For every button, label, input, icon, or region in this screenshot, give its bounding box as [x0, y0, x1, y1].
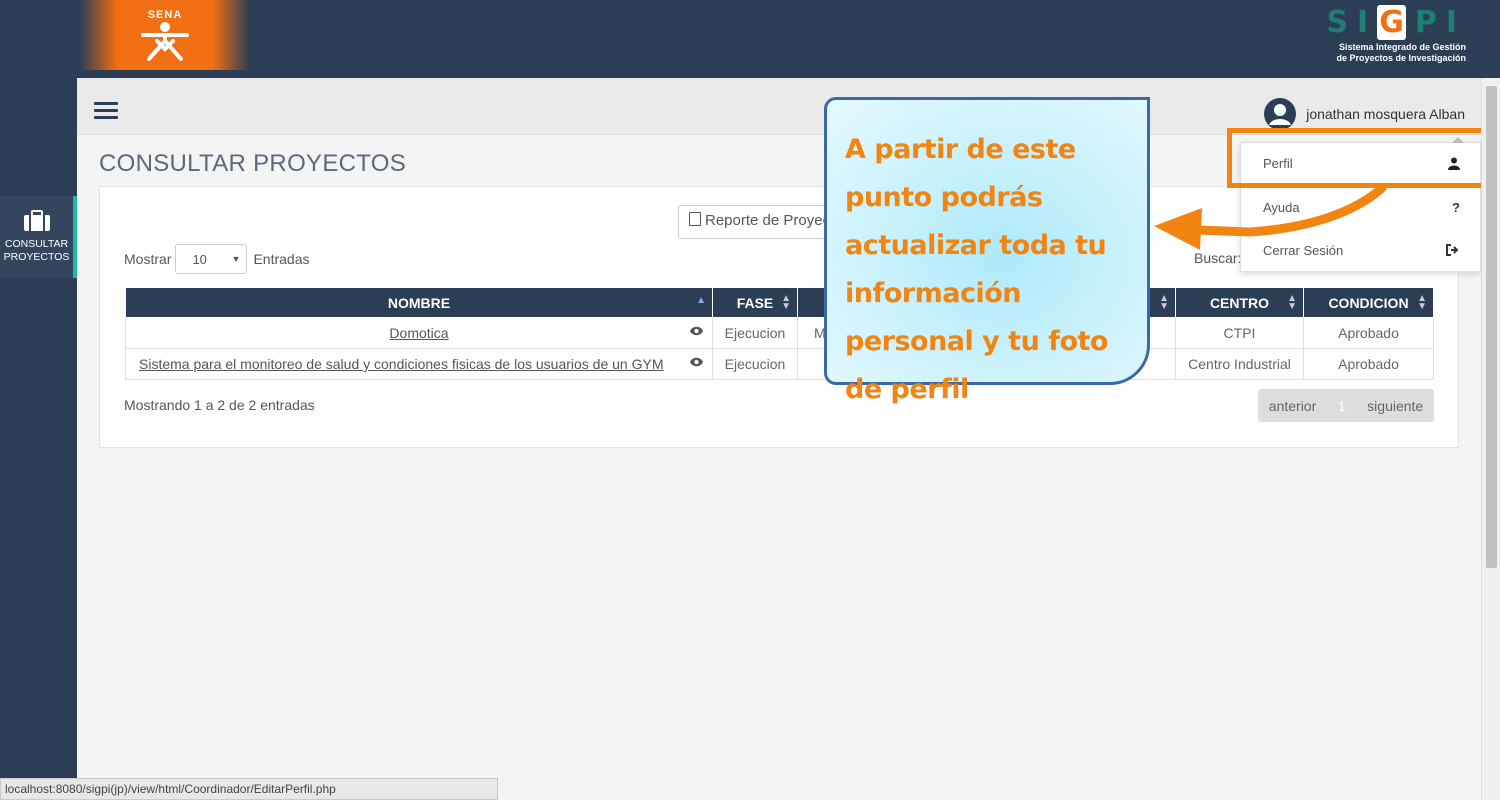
sigpi-brand-g: G [1377, 5, 1406, 40]
pdf-file-icon [689, 212, 701, 226]
table-info: Mostrando 1 a 2 de 2 entradas [124, 397, 315, 413]
table-row: Domotica Ejecucion M CTPI Aprobado [125, 317, 1434, 349]
sigpi-logo: SIG PI Sistema Integrado de Gestión de Pr… [1316, 5, 1466, 64]
sigpi-subtitle-line1: Sistema Integrado de Gestión [1338, 42, 1466, 52]
column-header-nombre[interactable]: NOMBRE ▲ [125, 287, 713, 318]
sidebar-item-label-line1: CONSULTAR [4, 238, 69, 250]
caret-down-icon: ▼ [231, 254, 241, 264]
cell-centro: Centro Industrial [1175, 348, 1304, 380]
projects-table: NOMBRE▲ FASE▲▼ ▲▼ ▲▼ CENTRO▲▼ CONDICION▲… [125, 287, 1434, 380]
entries-length-control: Mostrar 10 ▼ Entradas [124, 244, 310, 274]
show-label: Mostrar [124, 251, 172, 267]
sena-logo-text: SENA [147, 8, 183, 21]
user-avatar-icon [1264, 98, 1297, 130]
sigpi-brand-before: SI [1326, 5, 1378, 40]
eye-icon[interactable] [689, 356, 704, 368]
sort-icon: ▲▼ [781, 293, 791, 312]
top-navbar: jonathan mosquera Alban [77, 78, 1481, 135]
question-icon: ? [1452, 199, 1460, 215]
entries-select[interactable]: 10 ▼ [175, 244, 248, 274]
menu-toggle-icon[interactable] [94, 102, 118, 122]
cell-fase: Ejecucion [712, 348, 798, 380]
sigpi-brand-after: PI [1414, 5, 1466, 40]
scrollbar-thumb[interactable] [1486, 86, 1497, 568]
cell-nombre: Sistema para el monitoreo de salud y con… [125, 348, 713, 380]
project-link[interactable]: Domotica [389, 325, 448, 341]
sigpi-brand: SIG PI [1316, 5, 1466, 40]
status-bar-url: localhost:8080/sigpi(jp)/view/html/Coord… [0, 778, 498, 800]
entries-label: Entradas [253, 251, 310, 267]
sidebar-item-label-line2: PROYECTOS [3, 251, 70, 263]
cell-condicion: Aprobado [1303, 317, 1434, 349]
cell-nombre: Domotica [125, 317, 713, 349]
annotation-arrow [1154, 183, 1387, 250]
cell-fase: Ejecucion [712, 317, 798, 349]
top-banner: SENA SIG PI Sistema Integrado de Gestión … [0, 0, 1500, 78]
sidebar-item-consultar-proyectos[interactable]: CONSULTAR PROYECTOS [0, 196, 77, 278]
report-button[interactable]: Reporte de Proyectos [678, 205, 848, 239]
sigpi-subtitle-line2: de Proyectos de Investigación [1336, 53, 1466, 63]
entries-select-value: 10 [192, 252, 207, 267]
pagination-next[interactable]: siguiente [1367, 398, 1423, 414]
pagination: anterior 1 siguiente [1258, 389, 1434, 422]
project-link[interactable]: Sistema para el monitoreo de salud y con… [139, 356, 664, 372]
briefcase-icon [23, 210, 50, 231]
pagination-page[interactable]: 1 [1338, 398, 1346, 414]
eye-icon[interactable] [689, 325, 704, 337]
cell-centro: CTPI [1175, 317, 1304, 349]
user-name: jonathan mosquera Alban [1306, 106, 1465, 122]
sort-asc-icon: ▲ [696, 295, 706, 306]
sena-logo[interactable]: SENA [80, 0, 250, 70]
table-row: Sistema para el monitoreo de salud y con… [125, 348, 1434, 380]
tutorial-callout: A partir de este punto podrás actualizar… [824, 97, 1150, 405]
sidebar: CONSULTAR PROYECTOS [0, 78, 77, 800]
column-header-fase[interactable]: FASE ▲ ▼ [712, 287, 798, 318]
vertical-scrollbar[interactable] [1481, 78, 1500, 800]
sort-icon: ▲▼ [1417, 293, 1427, 312]
sign-out-icon [1446, 244, 1459, 256]
sena-emblem-icon [141, 21, 189, 61]
page-title: CONSULTAR PROYECTOS [99, 150, 407, 177]
callout-message: A partir de este punto podrás actualizar… [845, 134, 1108, 405]
user-menu-toggle[interactable]: jonathan mosquera Alban [1264, 98, 1465, 130]
cell-condicion: Aprobado [1303, 348, 1434, 380]
pagination-previous[interactable]: anterior [1269, 398, 1316, 414]
